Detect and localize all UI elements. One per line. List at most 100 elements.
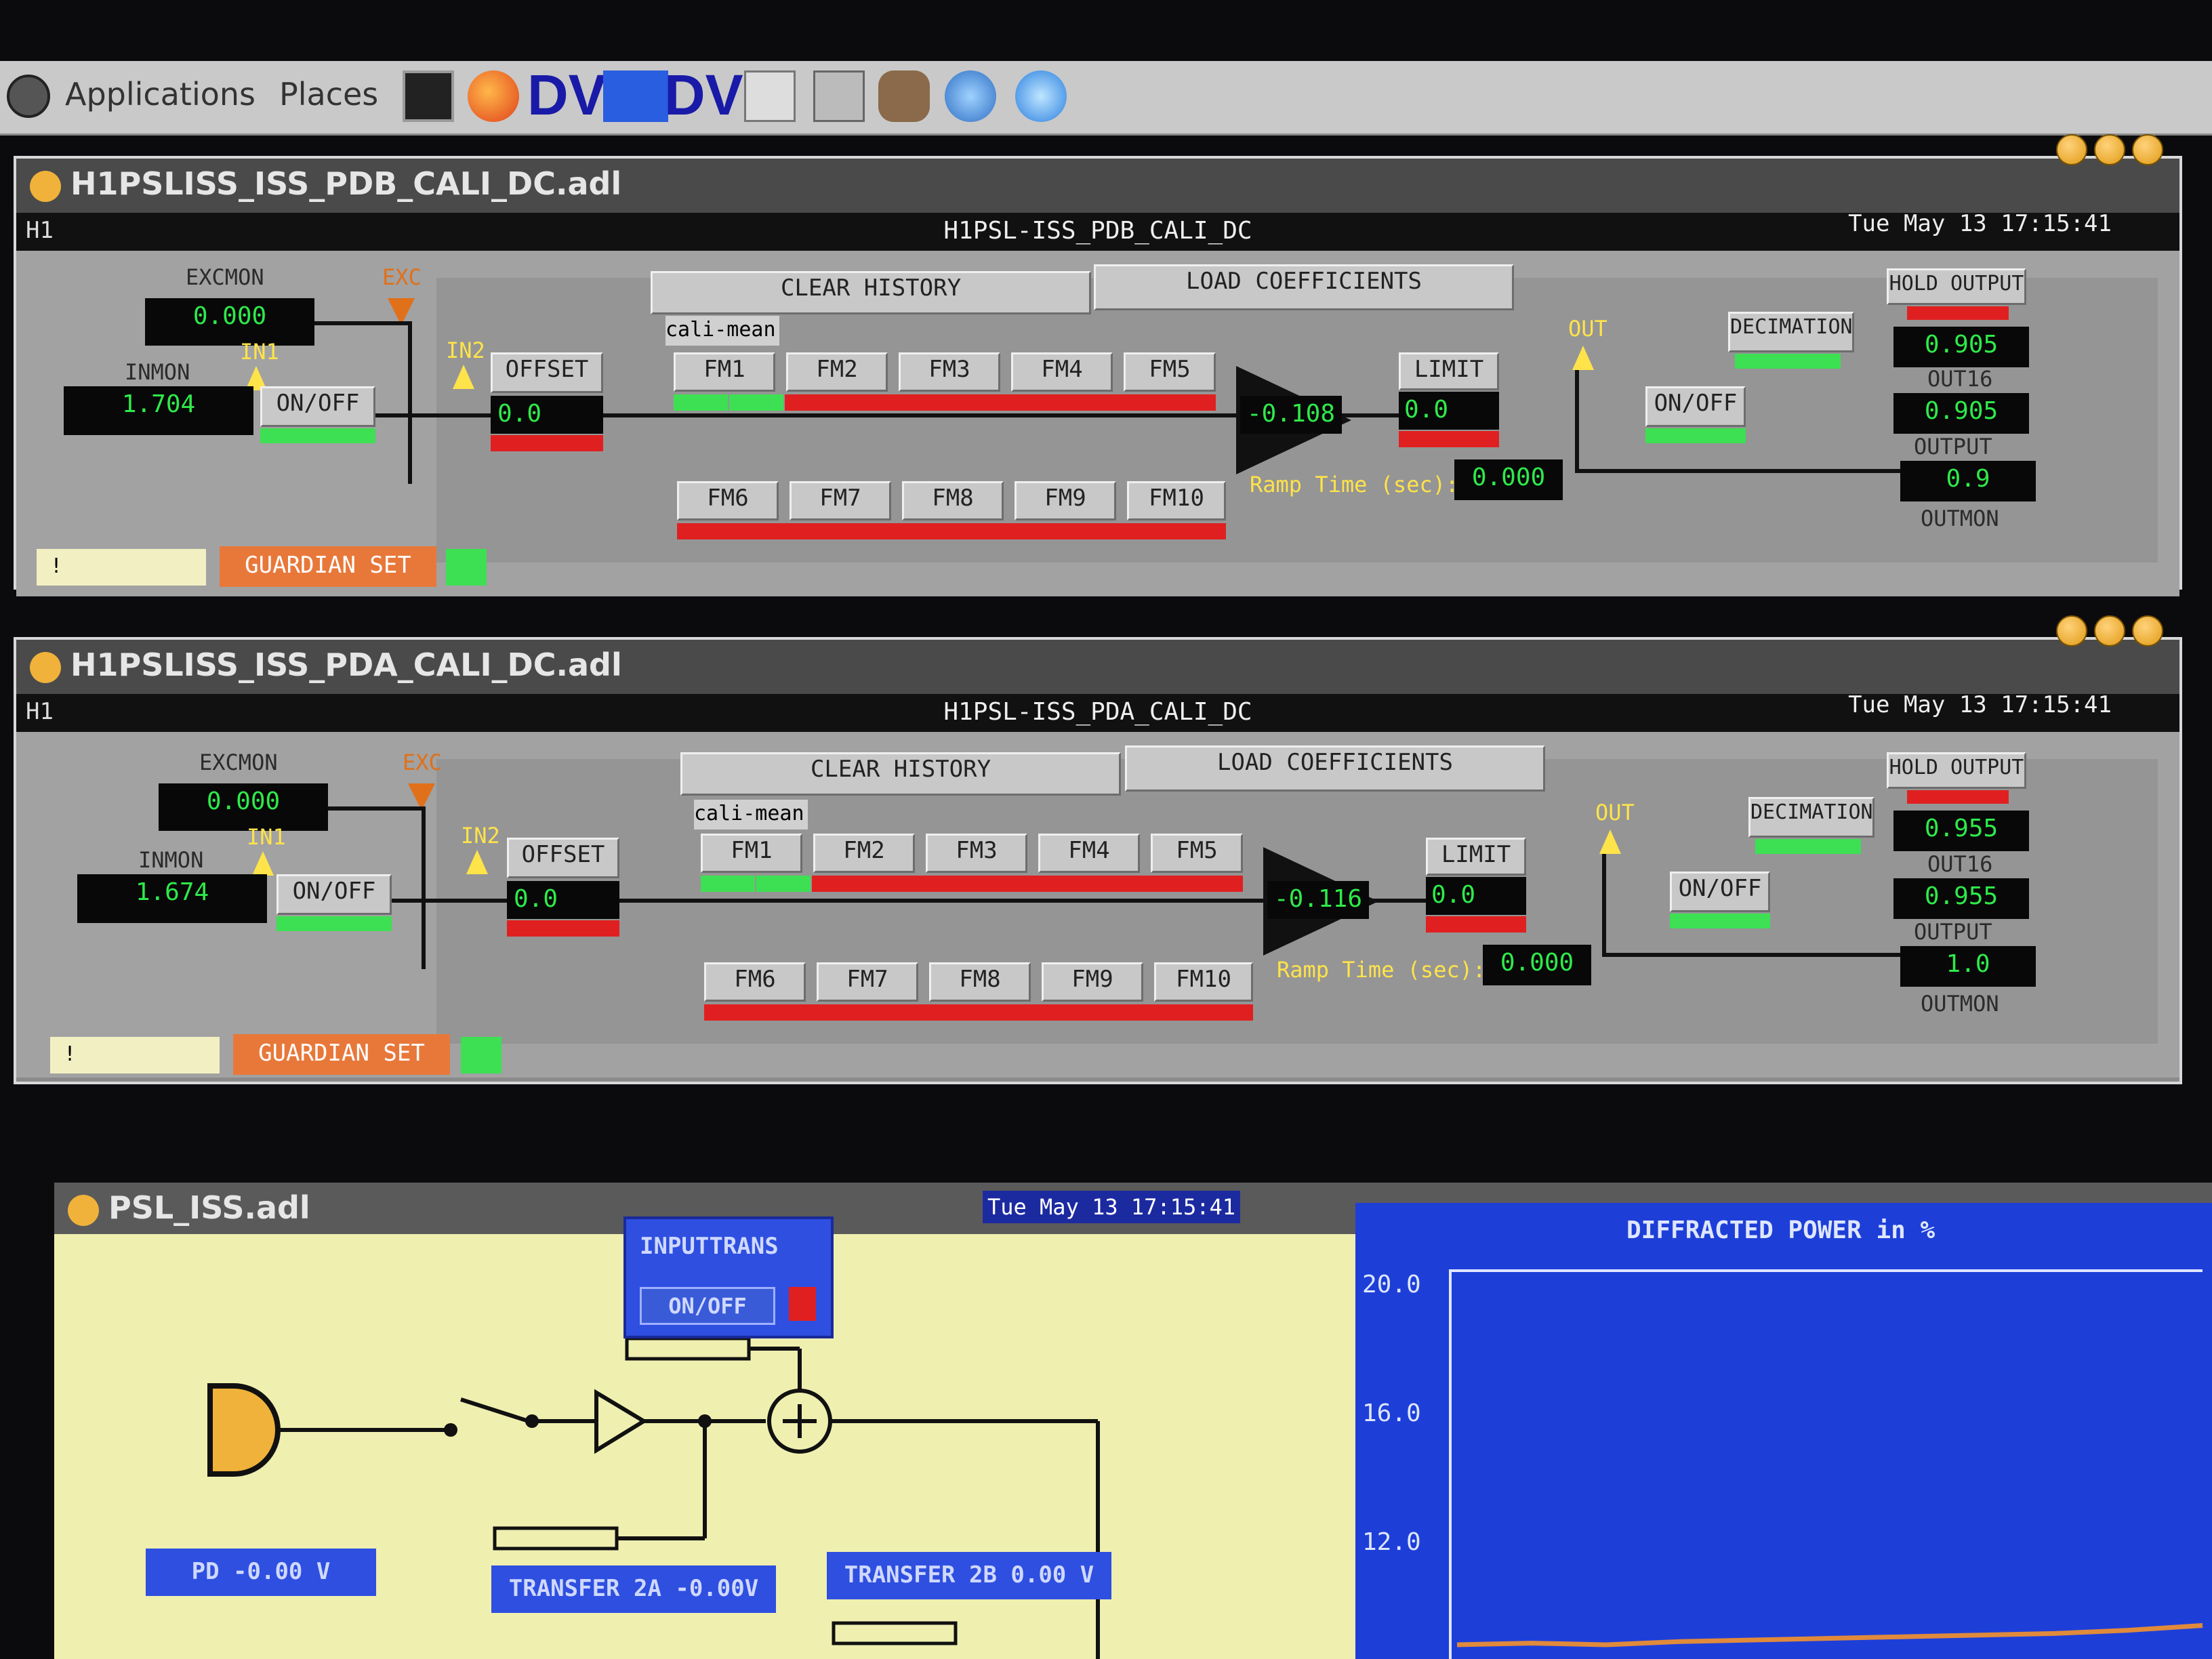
inputtrans-on-off-button[interactable]: ON/OFF [640, 1287, 775, 1325]
clear-history-button[interactable]: CLEAR HISTORY [680, 752, 1121, 796]
limit-input[interactable]: 0.0 [1426, 877, 1526, 915]
fm3-button[interactable]: FM3 [899, 352, 1000, 392]
excmon-readout: 0.000 [159, 783, 328, 831]
titlebar: H1PSLISS_ISS_PDB_CALI_DC.adl [16, 159, 2179, 213]
window-title: H1PSLISS_ISS_PDA_CALI_DC.adl [70, 647, 622, 683]
out16-label: OUT16 [1927, 851, 1993, 877]
close-icon[interactable] [2132, 134, 2163, 165]
fm7-button[interactable]: FM7 [790, 481, 891, 520]
offset-input[interactable]: 0.0 [491, 396, 603, 434]
fm10-button[interactable]: FM10 [1127, 481, 1226, 520]
fm-off-indicators [785, 394, 1216, 411]
output-on-off-button[interactable]: ON/OFF [1670, 872, 1770, 912]
window-icon [30, 652, 61, 683]
camera-icon[interactable] [744, 70, 796, 122]
transfer2a-block [493, 1526, 619, 1551]
places-menu[interactable]: Places [279, 76, 378, 112]
wire [1602, 854, 1606, 956]
screen-icon[interactable] [603, 70, 668, 122]
filter-name: cali-mean [665, 316, 779, 346]
wire [314, 321, 409, 325]
offset-button[interactable]: OFFSET [491, 352, 603, 393]
input-on-off-button[interactable]: ON/OFF [276, 874, 392, 915]
network-icon[interactable] [1015, 70, 1067, 122]
offset-button[interactable]: OFFSET [507, 838, 619, 878]
applications-menu[interactable]: Applications [65, 76, 255, 112]
fm2-button[interactable]: FM2 [813, 834, 915, 873]
ramp-time-label: Ramp Time (sec): [1250, 472, 1459, 497]
output-on-off-button[interactable]: ON/OFF [1645, 386, 1746, 427]
limit-button[interactable]: LIMIT [1399, 352, 1499, 390]
terminal-icon[interactable] [403, 70, 454, 122]
wire [1602, 953, 1907, 957]
fm1-button[interactable]: FM1 [701, 834, 802, 873]
minimize-icon[interactable] [2056, 615, 2087, 647]
offset-input[interactable]: 0.0 [507, 881, 619, 919]
wire [1575, 469, 1900, 473]
output-label: OUTPUT [1914, 919, 1992, 945]
fm9-button[interactable]: FM9 [1015, 481, 1116, 520]
guardian-status-indicator [461, 1037, 501, 1073]
y-tick-label: 12.0 [1362, 1528, 1421, 1556]
series-line [1456, 1623, 2203, 1647]
excmon-label: EXCMON [186, 264, 264, 290]
fm7-button[interactable]: FM7 [817, 962, 918, 1002]
wire [408, 321, 412, 484]
header-bar: H1 H1PSL-ISS_PDA_CALI_DC Tue May 13 17:1… [16, 691, 2179, 732]
fm5-button[interactable]: FM5 [1124, 352, 1216, 392]
fm1-loaded [729, 394, 783, 411]
in2-arrow-icon [466, 850, 488, 874]
window-icon [30, 171, 61, 202]
load-coefficients-button[interactable]: LOAD COEFFICIENTS [1125, 745, 1545, 792]
fm6-button[interactable]: FM6 [677, 481, 779, 520]
input-switch-indicator [260, 428, 375, 443]
fm-top-row: FM1 FM2 FM3 FM4 FM5 [674, 352, 1216, 393]
fm8-button[interactable]: FM8 [902, 481, 1004, 520]
browser-icon[interactable] [945, 70, 996, 122]
ramp-time-input[interactable]: 0.000 [1483, 945, 1591, 985]
wire [1575, 370, 1579, 472]
maximize-icon[interactable] [2094, 615, 2125, 647]
limit-button[interactable]: LIMIT [1426, 838, 1526, 876]
in1-label: IN1 [247, 824, 286, 850]
calculator-icon[interactable] [813, 70, 865, 122]
fm8-button[interactable]: FM8 [929, 962, 1031, 1002]
inmon-readout: 1.704 [64, 386, 253, 435]
fm4-button[interactable]: FM4 [1011, 352, 1113, 392]
gnome-foot-icon[interactable] [7, 75, 50, 118]
fm6-button[interactable]: FM6 [704, 962, 806, 1002]
dataviewer-launcher-2[interactable]: DV [664, 62, 743, 128]
output-switch-indicator [1645, 428, 1746, 443]
fm4-button[interactable]: FM4 [1038, 834, 1140, 873]
firefox-icon[interactable] [468, 70, 519, 122]
guardian-set-button[interactable]: GUARDIAN SET [220, 546, 436, 587]
dataviewer-launcher[interactable]: DV [527, 62, 607, 128]
input-on-off-button[interactable]: ON/OFF [260, 386, 375, 427]
ramp-time-input[interactable]: 0.000 [1454, 459, 1563, 500]
gimp-icon[interactable] [878, 70, 930, 122]
hold-output-button[interactable]: HOLD OUTPUT [1887, 268, 2026, 305]
limit-input[interactable]: 0.0 [1399, 392, 1499, 430]
fm10-button[interactable]: FM10 [1154, 962, 1253, 1002]
ramp-time-label: Ramp Time (sec): [1277, 957, 1486, 983]
fm5-button[interactable]: FM5 [1151, 834, 1243, 873]
maximize-icon[interactable] [2094, 134, 2125, 165]
inmon-readout: 1.674 [77, 874, 267, 923]
fm2-button[interactable]: FM2 [786, 352, 888, 392]
inputtrans-indicator [789, 1287, 816, 1321]
guardian-set-button[interactable]: GUARDIAN SET [233, 1034, 450, 1075]
date-time: Tue May 13 17:15:41 [1848, 691, 2112, 718]
hold-output-button[interactable]: HOLD OUTPUT [1887, 752, 2026, 789]
close-icon[interactable] [2132, 615, 2163, 647]
inmon-label: INMON [125, 359, 190, 385]
minimize-icon[interactable] [2056, 134, 2087, 165]
clear-history-button[interactable]: CLEAR HISTORY [651, 271, 1091, 314]
decimation-button[interactable]: DECIMATION [1728, 312, 1854, 352]
load-coefficients-button[interactable]: LOAD COEFFICIENTS [1094, 264, 1514, 310]
header-bar: H1 H1PSL-ISS_PDB_CALI_DC Tue May 13 17:1… [16, 210, 2179, 251]
fm9-button[interactable]: FM9 [1042, 962, 1143, 1002]
fm1-button[interactable]: FM1 [674, 352, 775, 392]
guardian-field: ! [37, 549, 206, 586]
decimation-button[interactable]: DECIMATION [1748, 797, 1875, 838]
fm3-button[interactable]: FM3 [926, 834, 1027, 873]
